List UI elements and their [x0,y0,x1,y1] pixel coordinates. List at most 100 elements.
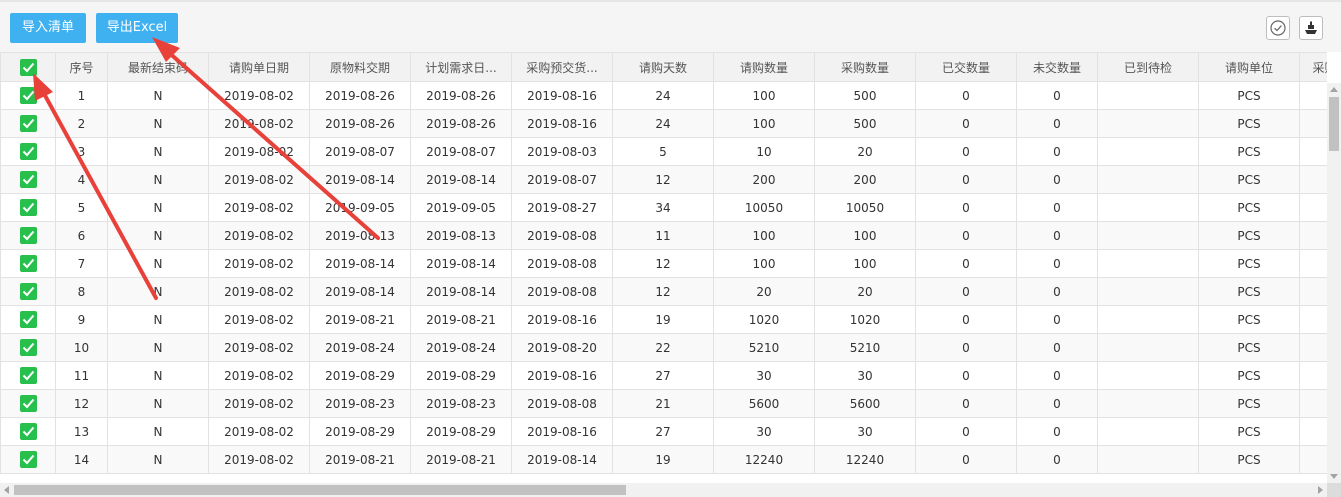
table-cell: 0 [1016,389,1098,418]
checkbox-checked-icon[interactable] [19,255,37,272]
row-select-cell[interactable] [0,193,56,222]
table-cell: PCS [1198,417,1300,446]
export-excel-button[interactable]: 导出Excel [96,13,178,43]
table-cell: 24 [612,109,714,138]
checkbox-checked-icon[interactable] [19,423,37,440]
row-select-cell[interactable] [0,305,56,334]
table-cell [1097,417,1199,446]
column-header[interactable]: 最新结束码 [107,52,209,82]
table-row[interactable]: 1 N 2019-08-02 2019-08-26 2019-08-26 2019-08-… [0,81,1327,110]
horizontal-scroll-thumb[interactable] [14,485,626,495]
table-cell: 2019-08-08 [511,249,613,278]
table-cell: 2019-08-02 [208,193,310,222]
checkbox-checked-icon[interactable] [19,58,37,76]
table-cell: 2019-08-03 [511,137,613,166]
scroll-down-icon[interactable] [1330,474,1338,479]
table-cell [1097,137,1199,166]
column-header[interactable]: 序号 [55,52,108,82]
row-select-cell[interactable] [0,445,56,474]
table-row[interactable]: 9 N 2019-08-02 2019-08-21 2019-08-21 2019-08-… [0,305,1327,334]
import-list-button[interactable]: 导入清单 [10,13,86,43]
table-cell [1299,305,1327,334]
table-cell: 2019-08-14 [309,249,411,278]
boat-tool-icon[interactable] [1299,16,1323,40]
column-header[interactable]: 已到待检 [1097,52,1199,82]
scroll-left-icon[interactable] [4,486,9,494]
table-cell: 2019-08-26 [410,81,512,110]
vertical-scroll-thumb[interactable] [1329,97,1339,151]
table-row[interactable]: 10 N 2019-08-02 2019-08-24 2019-08-24 2019-08… [0,333,1327,362]
row-select-cell[interactable] [0,361,56,390]
checkbox-checked-icon[interactable] [19,451,37,468]
table-row[interactable]: 14 N 2019-08-02 2019-08-21 2019-08-21 2019-08… [0,445,1327,474]
checkbox-checked-icon[interactable] [19,311,37,328]
table-cell: 1020 [814,305,916,334]
checkbox-checked-icon[interactable] [19,199,37,216]
row-select-cell[interactable] [0,277,56,306]
row-select-cell[interactable] [0,417,56,446]
column-header[interactable]: 请购单位 [1198,52,1300,82]
table-row[interactable]: 5 N 2019-08-02 2019-09-05 2019-09-05 2019-08-… [0,193,1327,222]
horizontal-scrollbar[interactable] [0,483,1327,497]
table-row[interactable]: 3 N 2019-08-02 2019-08-07 2019-08-07 2019-08-… [0,137,1327,166]
table-row[interactable]: 7 N 2019-08-02 2019-08-14 2019-08-14 2019-08-… [0,249,1327,278]
column-header[interactable]: 请购数量 [713,52,815,82]
table-cell: 14 [55,445,108,474]
table-cell: 0 [1016,137,1098,166]
table-row[interactable]: 2 N 2019-08-02 2019-08-26 2019-08-26 2019-08-… [0,109,1327,138]
table-row[interactable]: 4 N 2019-08-02 2019-08-14 2019-08-14 2019-08-… [0,165,1327,194]
row-select-cell[interactable] [0,81,56,110]
checkbox-checked-icon[interactable] [19,283,37,300]
table-cell: 2019-08-21 [410,305,512,334]
checkbox-checked-icon[interactable] [19,367,37,384]
column-header[interactable]: 原物料交期 [309,52,411,82]
row-select-cell[interactable] [0,249,56,278]
vertical-scrollbar[interactable] [1327,83,1341,483]
circle-check-icon[interactable] [1266,16,1290,40]
column-header[interactable]: 未交数量 [1016,52,1098,82]
scroll-up-icon[interactable] [1330,87,1338,92]
column-header[interactable]: 采购数量 [814,52,916,82]
row-select-cell[interactable] [0,109,56,138]
column-header[interactable]: 采购预交货... [511,52,613,82]
checkbox-checked-icon[interactable] [19,339,37,356]
table-row[interactable]: 12 N 2019-08-02 2019-08-23 2019-08-23 2019-08… [0,389,1327,418]
table-cell: 2019-08-26 [309,109,411,138]
checkbox-checked-icon[interactable] [19,143,37,160]
table-cell: N [107,81,209,110]
table-cell: PCS [1198,221,1300,250]
table-cell [1299,361,1327,390]
table-cell: 2019-08-29 [309,361,411,390]
table-cell: 2019-08-02 [208,81,310,110]
select-all-cell[interactable] [0,52,56,82]
column-header[interactable]: 已交数量 [915,52,1017,82]
table-cell [1299,165,1327,194]
checkbox-checked-icon[interactable] [19,115,37,132]
row-select-cell[interactable] [0,137,56,166]
column-header[interactable]: 请购天数 [612,52,714,82]
table-cell [1299,81,1327,110]
table-cell: PCS [1198,137,1300,166]
checkbox-checked-icon[interactable] [19,171,37,188]
row-select-cell[interactable] [0,221,56,250]
column-header[interactable]: 计划需求日... [410,52,512,82]
table-row[interactable]: 11 N 2019-08-02 2019-08-29 2019-08-29 2019-08… [0,361,1327,390]
table-cell: 0 [915,333,1017,362]
table-cell: 2019-08-08 [511,277,613,306]
table-row[interactable]: 13 N 2019-08-02 2019-08-29 2019-08-29 2019-08… [0,417,1327,446]
table-cell: 12240 [814,445,916,474]
row-select-cell[interactable] [0,165,56,194]
table-cell: 0 [1016,361,1098,390]
table-row[interactable]: 8 N 2019-08-02 2019-08-14 2019-08-14 2019-08-… [0,277,1327,306]
table-cell: 2019-08-02 [208,445,310,474]
checkbox-checked-icon[interactable] [19,395,37,412]
checkbox-checked-icon[interactable] [19,87,37,104]
row-select-cell[interactable] [0,333,56,362]
scroll-right-icon[interactable] [1318,486,1323,494]
row-select-cell[interactable] [0,389,56,418]
column-header[interactable]: 采购 [1299,52,1327,82]
table-cell: 11 [612,221,714,250]
checkbox-checked-icon[interactable] [19,227,37,244]
table-row[interactable]: 6 N 2019-08-02 2019-08-13 2019-08-13 2019-08-… [0,221,1327,250]
column-header[interactable]: 请购单日期 [208,52,310,82]
